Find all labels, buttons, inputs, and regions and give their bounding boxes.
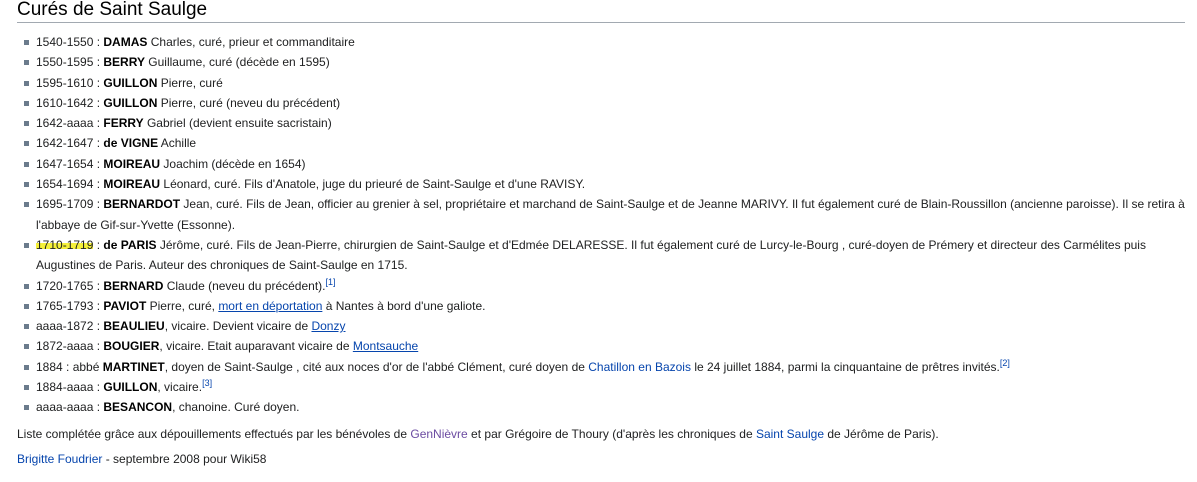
- list-item: 1642-aaaa : FERRY Gabriel (devient ensui…: [17, 113, 1187, 133]
- bullet-icon: [24, 242, 29, 248]
- list-item: aaaa-1872 : BEAULIEU, vicaire. Devient v…: [17, 316, 1187, 336]
- link-author[interactable]: Brigitte Foudrier: [17, 452, 102, 466]
- bullet-icon: [24, 161, 29, 167]
- list-item: 1610-1642 : GUILLON Pierre, curé (neveu …: [17, 93, 1187, 113]
- bullet-icon: [24, 385, 29, 391]
- bullet-icon: [24, 202, 29, 208]
- link-saint-saulge[interactable]: Saint Saulge: [756, 427, 824, 441]
- page: Curés de Saint Saulge 1540-1550 : DAMAS …: [0, 0, 1197, 482]
- reference-link[interactable]: [1]: [326, 277, 336, 287]
- link-montsauche[interactable]: Montsauche: [353, 339, 418, 353]
- bullet-icon: [24, 182, 29, 188]
- list-item: 1647-1654 : MOIREAU Joachim (décède en 1…: [17, 154, 1187, 174]
- list-item: 1550-1595 : BERRY Guillaume, curé (décèd…: [17, 52, 1187, 72]
- link-donzy[interactable]: Donzy: [311, 319, 345, 333]
- list-item: 1642-1647 : de VIGNE Achille: [17, 133, 1187, 153]
- cures-list: 1540-1550 : DAMAS Charles, curé, prieur …: [17, 32, 1187, 418]
- bullet-icon: [24, 364, 29, 370]
- list-item: 1884 : abbé MARTINET, doyen de Saint-Sau…: [17, 357, 1187, 377]
- bullet-icon: [24, 324, 29, 330]
- bullet-icon: [24, 344, 29, 350]
- list-item: 1884-aaaa : GUILLON, vicaire.[3]: [17, 377, 1187, 397]
- list-item: 1720-1765 : BERNARD Claude (neveu du pré…: [17, 276, 1187, 296]
- reference-link[interactable]: [3]: [202, 378, 212, 388]
- author-note: Brigitte Foudrier - septembre 2008 pour …: [17, 452, 267, 466]
- list-item: 1710-1719 : de PARIS Jérôme, curé. Fils …: [17, 235, 1187, 276]
- bullet-icon: [24, 141, 29, 147]
- bullet-icon: [24, 80, 29, 86]
- bullet-icon: [24, 121, 29, 127]
- bullet-icon: [24, 100, 29, 106]
- link-chatillon-en-bazois[interactable]: Chatillon en Bazois: [588, 360, 691, 374]
- list-item: 1595-1610 : GUILLON Pierre, curé: [17, 73, 1187, 93]
- highlighted-date: 1710-1719: [36, 237, 94, 252]
- list-item: 1540-1550 : DAMAS Charles, curé, prieur …: [17, 32, 1187, 52]
- list-item: 1872-aaaa : BOUGIER, vicaire. Etait aupa…: [17, 336, 1187, 356]
- list-item: aaaa-aaaa : BESANCON, chanoine. Curé doy…: [17, 397, 1187, 417]
- bullet-icon: [24, 60, 29, 66]
- list-item: 1765-1793 : PAVIOT Pierre, curé, mort en…: [17, 296, 1187, 316]
- list-item: 1654-1694 : MOIREAU Léonard, curé. Fils …: [17, 174, 1187, 194]
- link-mort-en-deportation[interactable]: mort en déportation: [218, 299, 322, 313]
- bullet-icon: [24, 405, 29, 411]
- link-gennievre[interactable]: GenNièvre: [410, 427, 467, 441]
- bullet-icon: [24, 283, 29, 289]
- bullet-icon: [24, 40, 29, 45]
- reference-link[interactable]: [2]: [1000, 358, 1010, 368]
- source-note: Liste complétée grâce aux dépouillements…: [17, 427, 939, 441]
- section-heading: Curés de Saint Saulge: [17, 0, 1185, 23]
- list-item: 1695-1709 : BERNARDOT Jean, curé. Fils d…: [17, 194, 1187, 235]
- bullet-icon: [24, 303, 29, 309]
